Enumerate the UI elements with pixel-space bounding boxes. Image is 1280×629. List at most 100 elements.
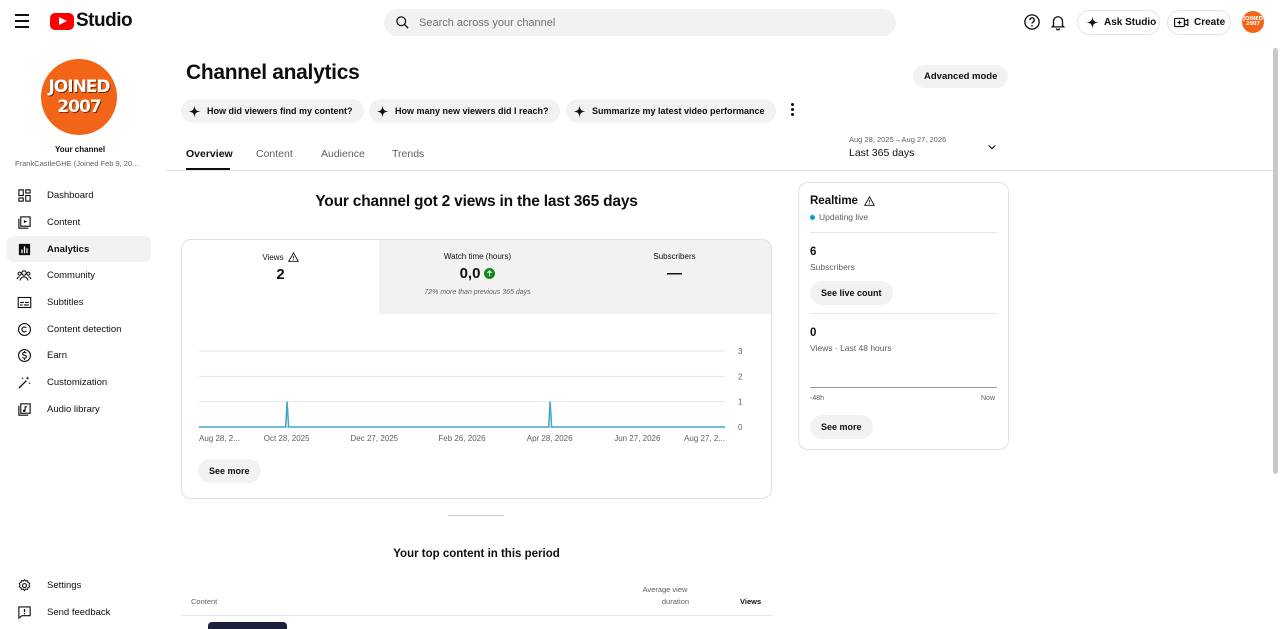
notifications-bell-icon[interactable]	[1049, 13, 1067, 31]
see-more-button[interactable]: See more	[198, 459, 261, 483]
video-thumbnail[interactable]	[208, 622, 287, 629]
create-button[interactable]: Create	[1167, 10, 1231, 35]
page-title: Channel analytics	[186, 61, 360, 84]
tabs-divider	[165, 170, 1273, 171]
sidebar-item-label: Audio library	[47, 403, 100, 415]
sidebar-item-customization[interactable]: Customization	[7, 369, 151, 395]
realtime-card: Realtime Updating live 6 Subscribers See…	[798, 182, 1009, 450]
see-live-count-button[interactable]: See live count	[810, 281, 893, 305]
avatar-text-line1: JOINED	[48, 77, 110, 97]
views-line-chart: 3 2 1 0 Aug 28, 2... Oct 28, 2025 Dec 27, 2025…	[199, 347, 743, 443]
realtime-see-more-button[interactable]: See more	[810, 415, 873, 439]
sparkle-icon	[376, 105, 389, 117]
suggestion-chip[interactable]: Summarize my latest video performance	[566, 99, 776, 123]
page-scrollbar[interactable]	[1273, 48, 1278, 474]
column-header-views[interactable]: Views	[740, 597, 761, 606]
sparkle-icon	[573, 105, 586, 117]
logo-text: Studio	[76, 10, 133, 31]
x-tick-label: Oct 28, 2025	[264, 434, 310, 443]
search-bar[interactable]	[384, 9, 896, 36]
sidebar-item-label: Content	[47, 216, 81, 228]
advanced-mode-button[interactable]: Advanced mode	[913, 65, 1009, 88]
realtime-subscribers-label: Subscribers	[810, 262, 855, 272]
youtube-logo-icon	[50, 12, 74, 30]
dollar-icon	[16, 347, 32, 363]
sidebar-item-send-feedback[interactable]: Send feedback	[7, 599, 151, 625]
content-icon	[16, 214, 32, 230]
chip-label: How many new viewers did I reach?	[395, 106, 549, 116]
ask-studio-label: Ask Studio	[1104, 17, 1157, 28]
analytics-icon	[16, 241, 32, 257]
audio-library-icon	[16, 401, 32, 417]
chart-series-line[interactable]	[199, 401, 725, 428]
suggestion-chip[interactable]: How did viewers find my content?	[181, 99, 364, 123]
avatar-text-line2: 2007	[57, 97, 101, 117]
sidebar-item-community[interactable]: Community	[7, 262, 151, 288]
channel-avatar[interactable]: JOINED 2007	[41, 59, 117, 135]
tab-audience[interactable]: Audience	[321, 148, 365, 160]
menu-icon[interactable]	[15, 14, 35, 30]
sidebar-item-content[interactable]: Content	[7, 209, 151, 235]
sidebar-item-audio-library[interactable]: Audio library	[7, 396, 151, 422]
divider	[810, 313, 997, 314]
sparkle-icon	[1086, 16, 1099, 29]
dashboard-icon	[16, 187, 32, 203]
x-tick-label: Aug 27, 2...	[684, 434, 725, 443]
gear-icon	[16, 577, 32, 593]
overview-card: Views 2 Watch time (hours) 0,0 72% more …	[181, 239, 772, 499]
sidebar-item-settings[interactable]: Settings	[7, 572, 151, 598]
channel-name: FrankCastleGHE (Joined Feb 9, 20...	[15, 159, 139, 168]
chevron-down-icon[interactable]	[986, 142, 998, 152]
realtime-chart-axis	[810, 387, 997, 388]
copyright-icon	[16, 321, 32, 337]
divider	[810, 232, 997, 233]
search-input[interactable]	[419, 16, 839, 29]
ask-studio-button[interactable]: Ask Studio	[1077, 10, 1160, 35]
your-channel-label: Your channel	[54, 145, 106, 154]
sidebar-item-label: Earn	[47, 349, 68, 361]
help-icon[interactable]	[1023, 13, 1041, 31]
studio-logo[interactable]: Studio	[50, 10, 133, 32]
sidebar-item-label: Content detection	[47, 323, 122, 335]
sidebar-item-label: Analytics	[47, 243, 90, 255]
sidebar-item-analytics[interactable]: Analytics	[7, 236, 151, 262]
sidebar-item-subtitles[interactable]: Subtitles	[7, 289, 151, 315]
feedback-icon	[16, 604, 32, 620]
column-header-content: Content	[191, 597, 218, 606]
chip-label: Summarize my latest video performance	[592, 106, 765, 116]
x-tick-label: Feb 26, 2026	[438, 434, 486, 443]
section-separator	[448, 515, 504, 516]
top-content-title: Your top content in this period	[393, 548, 560, 560]
date-range-picker[interactable]: Aug 28, 2025 – Aug 27, 2026 Last 365 day…	[849, 135, 946, 159]
more-options-icon[interactable]	[789, 103, 795, 117]
date-range-dates: Aug 28, 2025 – Aug 27, 2026	[849, 135, 947, 144]
sparkle-icon	[188, 105, 201, 117]
y-tick-label: 0	[738, 423, 743, 432]
date-range-label: Last 365 days	[849, 147, 915, 159]
top-bar: Studio Ask Studio Create JOINED 2007	[0, 0, 1280, 44]
sidebar-item-earn[interactable]: Earn	[7, 342, 151, 368]
sidebar-item-label: Subtitles	[47, 296, 84, 308]
chip-label: How did viewers find my content?	[207, 106, 353, 116]
account-avatar[interactable]: JOINED 2007	[1242, 11, 1264, 33]
table-divider	[181, 615, 772, 616]
column-header-avg-view-duration[interactable]: Average view duration	[641, 585, 689, 606]
tab-trends[interactable]: Trends	[392, 148, 424, 160]
realtime-views-value: 0	[810, 327, 817, 339]
sidebar-item-content-detection[interactable]: Content detection	[7, 316, 151, 342]
tab-overview[interactable]: Overview	[186, 148, 233, 160]
realtime-subscribers-value: 6	[810, 246, 817, 258]
search-icon	[396, 16, 409, 29]
realtime-status: Updating live	[819, 212, 869, 222]
column-header-line: duration	[661, 597, 689, 606]
sidebar-item-dashboard[interactable]: Dashboard	[7, 182, 151, 208]
sidebar-item-label: Settings	[47, 579, 82, 591]
create-label: Create	[1194, 17, 1226, 28]
y-tick-label: 2	[738, 372, 743, 381]
suggestion-chip[interactable]: How many new viewers did I reach?	[369, 99, 560, 123]
analytics-headline: Your channel got 2 views in the last 365…	[315, 193, 638, 210]
x-tick-label: Apr 28, 2026	[527, 434, 573, 443]
sidebar: JOINED 2007 Your channel FrankCastleGHE …	[0, 44, 160, 629]
warning-icon	[863, 196, 875, 206]
tab-content[interactable]: Content	[256, 148, 293, 160]
